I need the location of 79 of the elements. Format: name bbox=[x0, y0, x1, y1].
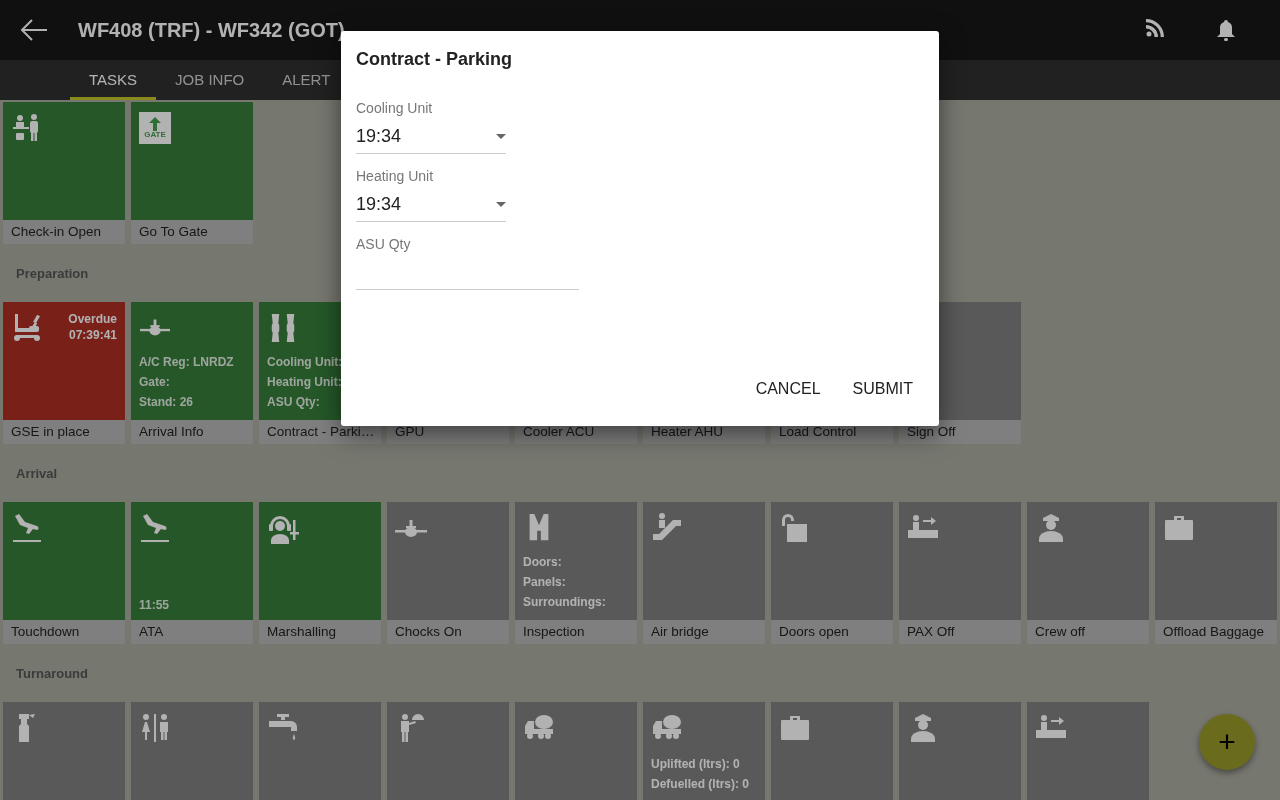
dialog-button[interactable]: SUBMIT bbox=[841, 374, 924, 404]
task-tile[interactable] bbox=[387, 502, 509, 620]
header-title: WF408 (TRF) - WF342 (GOT) bbox=[78, 18, 346, 42]
tile-label: Marshalling bbox=[259, 620, 381, 644]
tile-detail: Defuelled (ltrs): 0 bbox=[651, 776, 750, 793]
tile-label: Arrival Info bbox=[131, 420, 253, 444]
task-tile[interactable] bbox=[259, 702, 381, 800]
task-tile[interactable] bbox=[771, 502, 893, 620]
tile-detail: Uplifted (ltrs): 0 bbox=[651, 756, 741, 773]
tile-detail: Doors: bbox=[523, 554, 563, 571]
tile-label: Contract - Parki… bbox=[259, 420, 381, 444]
overdue-text: Overdue bbox=[68, 312, 117, 326]
task-tile[interactable]: Uplifted (ltrs): 0 Defuelled (ltrs): 0 bbox=[643, 702, 765, 800]
tile-detail: A/C Reg: LNRDZ bbox=[139, 354, 235, 371]
task-tile[interactable] bbox=[1027, 502, 1149, 620]
section-heading: Turnaround bbox=[16, 665, 88, 683]
landing-plane-icon bbox=[139, 512, 171, 544]
tile-label: Touchdown bbox=[3, 620, 125, 644]
field-label: ASU Qty bbox=[356, 236, 412, 252]
field-label: Cooling Unit bbox=[356, 100, 434, 116]
back-arrow-icon[interactable] bbox=[20, 18, 48, 42]
dialog-title: Contract - Parking bbox=[356, 49, 514, 70]
task-tile[interactable] bbox=[1155, 502, 1277, 620]
tile-detail: Cooling Unit: bbox=[267, 354, 344, 371]
task-tile[interactable] bbox=[3, 702, 125, 800]
task-tile[interactable] bbox=[1027, 702, 1149, 800]
task-tile[interactable] bbox=[3, 502, 125, 620]
tile-label: Doors open bbox=[771, 620, 893, 644]
tile-detail: Stand: 26 bbox=[139, 394, 194, 411]
tile-time: 11:55 bbox=[139, 598, 170, 612]
task-tile[interactable]: Overdue 07:39:41 bbox=[3, 302, 125, 420]
tile-detail: ASU Qty: bbox=[267, 394, 321, 411]
section-heading: Arrival bbox=[16, 465, 58, 483]
task-tile[interactable]: A/C Reg: LNRDZ Gate: Stand: 26 bbox=[131, 302, 253, 420]
task-tile[interactable] bbox=[387, 702, 509, 800]
task-tile[interactable]: Doors: Panels: Surroundings: bbox=[515, 502, 637, 620]
tile-label: Go To Gate bbox=[131, 220, 253, 244]
tile-detail: Surroundings: bbox=[523, 594, 607, 611]
scooter-icon bbox=[11, 312, 43, 344]
tile-label: Sign Off bbox=[899, 420, 1021, 444]
tile-label: Chocks On bbox=[387, 620, 509, 644]
overdue-text: 07:39:41 bbox=[68, 328, 117, 342]
add-button[interactable]: + bbox=[1199, 714, 1255, 770]
dialog-button[interactable]: CANCEL bbox=[744, 374, 832, 404]
task-tile[interactable] bbox=[259, 502, 381, 620]
tile-label: Inspection bbox=[515, 620, 637, 644]
time-dropdown[interactable]: 19:34 bbox=[356, 188, 506, 222]
task-tile[interactable]: 11:55 bbox=[131, 502, 253, 620]
task-tile[interactable] bbox=[131, 702, 253, 800]
tile-label: Air bridge bbox=[643, 620, 765, 644]
task-tile[interactable] bbox=[771, 702, 893, 800]
tile-label: Offload Baggage bbox=[1155, 620, 1277, 644]
task-tile[interactable] bbox=[643, 502, 765, 620]
tile-label: PAX Off bbox=[899, 620, 1021, 644]
notification-bell-icon[interactable] bbox=[1216, 19, 1236, 41]
tile-label: GSE in place bbox=[3, 420, 125, 444]
tile-label: Crew off bbox=[1027, 620, 1149, 644]
tile-detail: Heating Unit: bbox=[267, 374, 343, 391]
task-tile[interactable]: GATE bbox=[131, 102, 253, 220]
landing-plane-icon bbox=[11, 512, 43, 544]
dropdown-caret-icon bbox=[496, 202, 506, 207]
restroom-icon bbox=[139, 712, 171, 744]
tab[interactable]: ALERT bbox=[263, 60, 350, 100]
rss-icon[interactable] bbox=[1146, 19, 1164, 37]
sign-text: GATE bbox=[144, 131, 166, 139]
tile-detail: Gate: bbox=[139, 374, 171, 391]
tile-label: ATA bbox=[131, 620, 253, 644]
time-dropdown[interactable]: 19:34 bbox=[356, 120, 506, 154]
up-arrow-icon bbox=[149, 117, 161, 131]
task-tile[interactable] bbox=[3, 102, 125, 220]
tab[interactable]: JOB INFO bbox=[156, 60, 264, 100]
tile-detail: Panels: bbox=[523, 574, 567, 591]
tile-label: Check-in Open bbox=[3, 220, 125, 244]
task-tile[interactable] bbox=[899, 502, 1021, 620]
field-label: Heating Unit bbox=[356, 168, 435, 184]
section-heading: Preparation bbox=[16, 265, 89, 283]
task-tile[interactable] bbox=[899, 702, 1021, 800]
task-tile[interactable] bbox=[515, 702, 637, 800]
dropdown-caret-icon bbox=[496, 134, 506, 139]
